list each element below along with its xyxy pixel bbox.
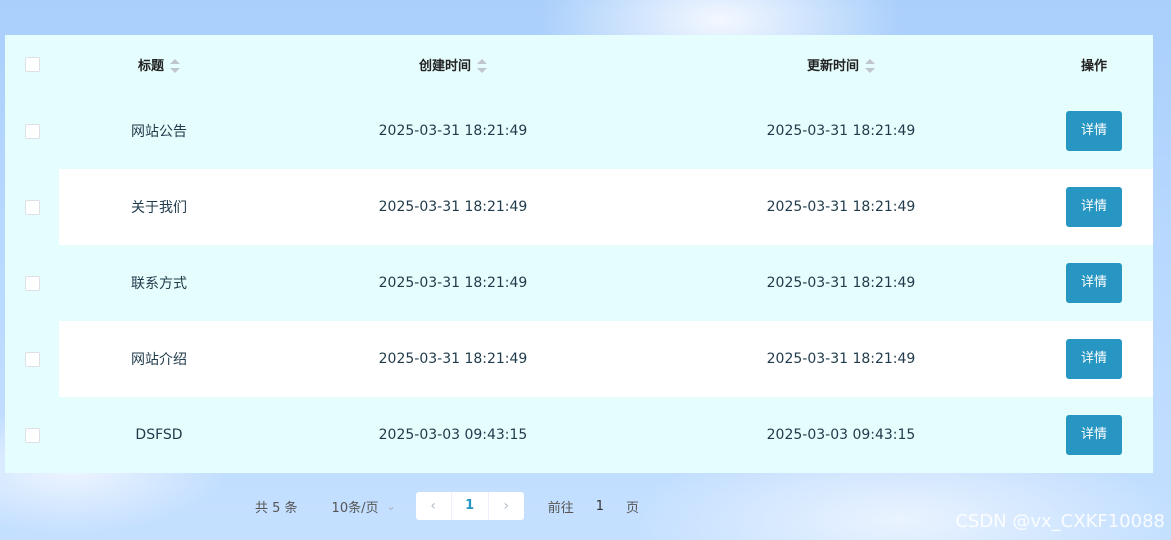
cell-created: 2025-03-31 18:21:49 xyxy=(378,123,528,139)
cell-updated: 2025-03-31 18:21:49 xyxy=(766,351,916,367)
chevron-right-icon: › xyxy=(503,498,509,514)
header-title-label: 标题 xyxy=(137,58,164,74)
goto-page-input[interactable]: 1 xyxy=(596,499,604,514)
cell-action: 详情 xyxy=(1035,245,1153,321)
cell-title: DSFSD xyxy=(135,427,183,443)
header-updated[interactable]: 更新时间 xyxy=(647,35,1035,93)
page-size-value: 10条/页 xyxy=(331,500,379,516)
header-action-label: 操作 xyxy=(1080,58,1107,74)
cell-action: 详情 xyxy=(1035,169,1153,245)
row-select[interactable] xyxy=(5,321,59,397)
row-checkbox[interactable] xyxy=(24,275,40,291)
cell-action: 详情 xyxy=(1035,321,1153,397)
table-row: 网站公告 2025-03-31 18:21:49 2025-03-31 18:2… xyxy=(5,93,1153,169)
header-created-label: 创建时间 xyxy=(418,58,471,74)
row-checkbox[interactable] xyxy=(24,123,40,139)
next-page-button[interactable]: › xyxy=(489,492,524,520)
data-table-container: 标题 创建时间 更新时间 操作 网站公告 2025-03-31 18:21:49… xyxy=(5,35,1153,473)
cell-title: 网站公告 xyxy=(131,124,187,140)
cell-title: 关于我们 xyxy=(131,200,187,216)
header-action: 操作 xyxy=(1035,35,1153,93)
detail-button[interactable]: 详情 xyxy=(1066,187,1122,227)
cell-updated: 2025-03-31 18:21:49 xyxy=(766,199,916,215)
row-select[interactable] xyxy=(5,93,59,169)
row-select[interactable] xyxy=(5,169,59,245)
pagination-total: 共 5 条 xyxy=(255,500,298,516)
cell-updated: 2025-03-03 09:43:15 xyxy=(766,427,916,443)
header-title[interactable]: 标题 xyxy=(59,35,259,93)
cell-title: 网站介绍 xyxy=(131,352,187,368)
row-checkbox[interactable] xyxy=(24,351,40,367)
header-created[interactable]: 创建时间 xyxy=(259,35,647,93)
cell-title: 联系方式 xyxy=(131,276,187,292)
select-all-checkbox[interactable] xyxy=(24,56,40,72)
pager-box: ‹ 1 › xyxy=(415,492,524,520)
table-row: DSFSD 2025-03-03 09:43:15 2025-03-03 09:… xyxy=(5,397,1153,473)
table-row: 网站介绍 2025-03-31 18:21:49 2025-03-31 18:2… xyxy=(5,321,1153,397)
data-table: 标题 创建时间 更新时间 操作 网站公告 2025-03-31 18:21:49… xyxy=(5,35,1153,473)
sort-icon[interactable] xyxy=(477,59,487,73)
detail-button[interactable]: 详情 xyxy=(1066,415,1122,455)
watermark-text: CSDN @vx_CXKF10088 xyxy=(955,511,1165,532)
page-size-select[interactable]: 10条/页 ⌄ xyxy=(332,497,396,516)
row-checkbox[interactable] xyxy=(24,427,40,443)
row-select[interactable] xyxy=(5,397,59,473)
cell-action: 详情 xyxy=(1035,397,1153,473)
cell-action: 详情 xyxy=(1035,93,1153,169)
chevron-down-icon: ⌄ xyxy=(386,499,396,513)
cell-created: 2025-03-31 18:21:49 xyxy=(378,351,528,367)
sort-icon[interactable] xyxy=(865,59,875,73)
detail-button[interactable]: 详情 xyxy=(1066,111,1122,151)
row-select[interactable] xyxy=(5,245,59,321)
goto-suffix: 页 xyxy=(626,500,640,516)
cell-created: 2025-03-31 18:21:49 xyxy=(378,199,528,215)
goto-label: 前往 xyxy=(547,500,574,516)
cell-created: 2025-03-31 18:21:49 xyxy=(378,275,528,291)
pagination: 共 5 条 10条/页 ⌄ ‹ 1 › 前往 1 页 xyxy=(255,492,639,520)
table-row: 联系方式 2025-03-31 18:21:49 2025-03-31 18:2… xyxy=(5,245,1153,321)
cell-updated: 2025-03-31 18:21:49 xyxy=(766,123,916,139)
header-updated-label: 更新时间 xyxy=(806,58,859,74)
detail-button[interactable]: 详情 xyxy=(1066,263,1122,303)
sort-icon[interactable] xyxy=(170,59,180,73)
cell-updated: 2025-03-31 18:21:49 xyxy=(766,275,916,291)
goto-page: 前往 1 页 xyxy=(548,497,639,516)
row-checkbox[interactable] xyxy=(24,199,40,215)
cell-created: 2025-03-03 09:43:15 xyxy=(378,427,528,443)
page-number-current[interactable]: 1 xyxy=(450,492,489,520)
table-row: 关于我们 2025-03-31 18:21:49 2025-03-31 18:2… xyxy=(5,169,1153,245)
table-header-row: 标题 创建时间 更新时间 操作 xyxy=(5,35,1153,93)
detail-button[interactable]: 详情 xyxy=(1066,339,1122,379)
chevron-left-icon: ‹ xyxy=(430,498,436,514)
header-select-all[interactable] xyxy=(5,35,59,93)
prev-page-button[interactable]: ‹ xyxy=(416,492,451,520)
